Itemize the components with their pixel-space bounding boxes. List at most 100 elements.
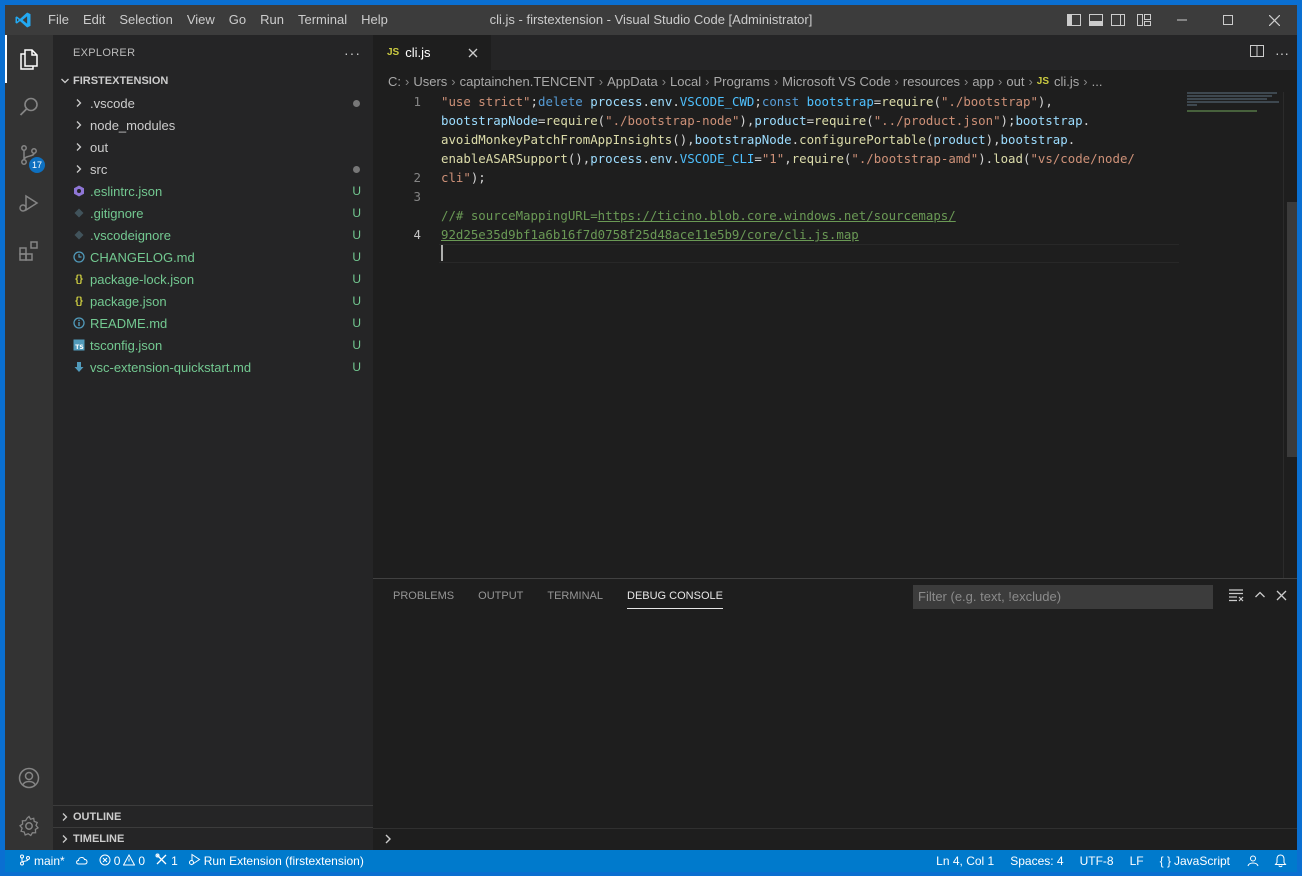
- js-file-icon: JS: [387, 47, 400, 58]
- breadcrumb-item[interactable]: captainchen.TENCENT: [460, 74, 595, 89]
- run-debug-icon[interactable]: [5, 179, 53, 227]
- breadcrumb-separator-icon: ›: [405, 73, 410, 89]
- explorer-icon[interactable]: [5, 35, 53, 83]
- menu-terminal[interactable]: Terminal: [291, 5, 354, 35]
- debug-console-filter-input[interactable]: Filter (e.g. text, !exclude): [913, 585, 1213, 609]
- menu-edit[interactable]: Edit: [76, 5, 112, 35]
- tree-item-label: src: [90, 161, 108, 177]
- breadcrumb: C: › Users › captainchen.TENCENT › AppData ›…: [373, 70, 1297, 92]
- breadcrumb-item[interactable]: Microsoft VS Code: [782, 74, 890, 89]
- cursor-position-status[interactable]: Ln 4, Col 1: [928, 850, 1002, 872]
- outline-section-header[interactable]: OUTLINE: [53, 806, 373, 828]
- tab-problems[interactable]: PROBLEMS: [385, 579, 462, 614]
- notifications-bell-icon[interactable]: [1268, 850, 1297, 872]
- breadcrumb-item[interactable]: app: [972, 74, 994, 89]
- tree-file-package-json[interactable]: {} package.json U: [53, 290, 373, 312]
- source-control-icon[interactable]: 17: [5, 131, 53, 179]
- modified-dot-icon: [353, 100, 360, 107]
- toggle-secondary-sidebar-icon[interactable]: [1107, 5, 1129, 35]
- close-window-button[interactable]: [1251, 5, 1297, 35]
- breadcrumb-item[interactable]: C:: [388, 74, 401, 89]
- menu-run[interactable]: Run: [253, 5, 291, 35]
- minimap[interactable]: [1187, 92, 1283, 122]
- vscode-logo-icon: [5, 5, 41, 35]
- git-file-icon: [71, 202, 87, 224]
- breadcrumb-separator-icon: ›: [773, 73, 779, 89]
- indentation-status[interactable]: Spaces: 4: [1002, 850, 1071, 872]
- menu-selection[interactable]: Selection: [112, 5, 179, 35]
- run-configuration-status[interactable]: Run Extension (firstextension): [183, 850, 369, 872]
- tab-cli-js[interactable]: JS cli.js: [373, 35, 491, 70]
- maximize-panel-icon[interactable]: [1254, 589, 1266, 604]
- editor-scrollbar[interactable]: [1283, 92, 1297, 578]
- tree-file-changelog[interactable]: CHANGELOG.md U: [53, 246, 373, 268]
- breadcrumb-item[interactable]: resources: [903, 74, 960, 89]
- search-icon[interactable]: [5, 83, 53, 131]
- timeline-section-header[interactable]: TIMELINE: [53, 828, 373, 850]
- clear-console-icon[interactable]: [1228, 587, 1244, 606]
- customize-layout-icon[interactable]: [1129, 5, 1159, 35]
- breadcrumb-item[interactable]: Local: [670, 74, 701, 89]
- manage-gear-icon[interactable]: [5, 802, 53, 850]
- tree-file-vscodeignore[interactable]: .vscodeignore U: [53, 224, 373, 246]
- toggle-panel-icon[interactable]: [1085, 5, 1107, 35]
- breadcrumb-item[interactable]: Users: [413, 74, 447, 89]
- split-editor-icon[interactable]: [1249, 43, 1265, 62]
- accounts-icon[interactable]: [5, 754, 53, 802]
- eol-status[interactable]: LF: [1122, 850, 1152, 872]
- status-bar: main* 0 0 1 Run Extension (firstextensio…: [5, 850, 1297, 872]
- tree-file-quickstart[interactable]: vsc-extension-quickstart.md U: [53, 356, 373, 378]
- breadcrumb-item[interactable]: AppData: [607, 74, 658, 89]
- close-tab-icon[interactable]: [465, 45, 481, 61]
- tree-file-package-lock[interactable]: {} package-lock.json U: [53, 268, 373, 290]
- branch-status[interactable]: main*: [5, 850, 70, 872]
- tab-output[interactable]: OUTPUT: [470, 579, 531, 614]
- feedback-icon[interactable]: [1238, 850, 1268, 872]
- run-configuration-name: Run Extension (firstextension): [203, 854, 364, 868]
- breadcrumb-item[interactable]: out: [1006, 74, 1024, 89]
- tree-file-readme[interactable]: README.md U: [53, 312, 373, 334]
- scrollbar-thumb[interactable]: [1287, 202, 1297, 457]
- warning-count: 0: [138, 854, 146, 868]
- activity-bar: 17: [5, 35, 53, 850]
- tree-folder-vscode[interactable]: .vscode: [53, 92, 373, 114]
- tree-file-tsconfig[interactable]: TS tsconfig.json U: [53, 334, 373, 356]
- tree-folder-src[interactable]: src: [53, 158, 373, 180]
- debug-sessions-status[interactable]: 1: [150, 850, 183, 872]
- warning-icon: [123, 853, 136, 869]
- tree-file-gitignore[interactable]: .gitignore U: [53, 202, 373, 224]
- menu-go[interactable]: Go: [222, 5, 253, 35]
- tree-folder-node-modules[interactable]: node_modules: [53, 114, 373, 136]
- minimize-button[interactable]: [1159, 5, 1205, 35]
- eslint-file-icon: [71, 180, 87, 202]
- markdown-arrow-file-icon: [71, 356, 87, 378]
- problems-status[interactable]: 0 0: [94, 850, 150, 872]
- breadcrumb-item[interactable]: cli.js: [1054, 74, 1079, 89]
- close-panel-icon[interactable]: [1276, 589, 1287, 604]
- menu-view[interactable]: View: [180, 5, 222, 35]
- sync-status[interactable]: [70, 850, 94, 872]
- menu-file[interactable]: File: [41, 5, 76, 35]
- more-actions-icon[interactable]: ···: [344, 45, 361, 61]
- debug-console-input[interactable]: [373, 828, 1297, 850]
- editor-more-actions-icon[interactable]: ···: [1275, 45, 1289, 61]
- encoding-status[interactable]: UTF-8: [1072, 850, 1122, 872]
- tab-terminal[interactable]: TERMINAL: [539, 579, 611, 614]
- error-count: 0: [113, 854, 121, 868]
- maximize-button[interactable]: [1205, 5, 1251, 35]
- json-file-icon: {}: [75, 295, 83, 307]
- breadcrumb-item[interactable]: ...: [1092, 74, 1103, 89]
- extensions-icon[interactable]: [5, 227, 53, 275]
- workspace-folder-header[interactable]: FIRSTEXTENSION: [53, 70, 373, 92]
- menu-help[interactable]: Help: [354, 5, 395, 35]
- code-editor[interactable]: 1 2 3 4 "use strict";delete process.env.…: [373, 92, 1297, 578]
- toggle-primary-sidebar-icon[interactable]: [1063, 5, 1085, 35]
- tree-file-eslintrc[interactable]: .eslintrc.json U: [53, 180, 373, 202]
- untracked-status: U: [352, 250, 361, 264]
- breadcrumb-item[interactable]: Programs: [713, 74, 769, 89]
- tree-item-label: .vscode: [90, 95, 135, 111]
- chevron-right-icon: [71, 92, 87, 114]
- tree-folder-out[interactable]: out: [53, 136, 373, 158]
- tab-debug-console[interactable]: DEBUG CONSOLE: [619, 579, 731, 614]
- language-mode-status[interactable]: { } JavaScript: [1152, 850, 1238, 872]
